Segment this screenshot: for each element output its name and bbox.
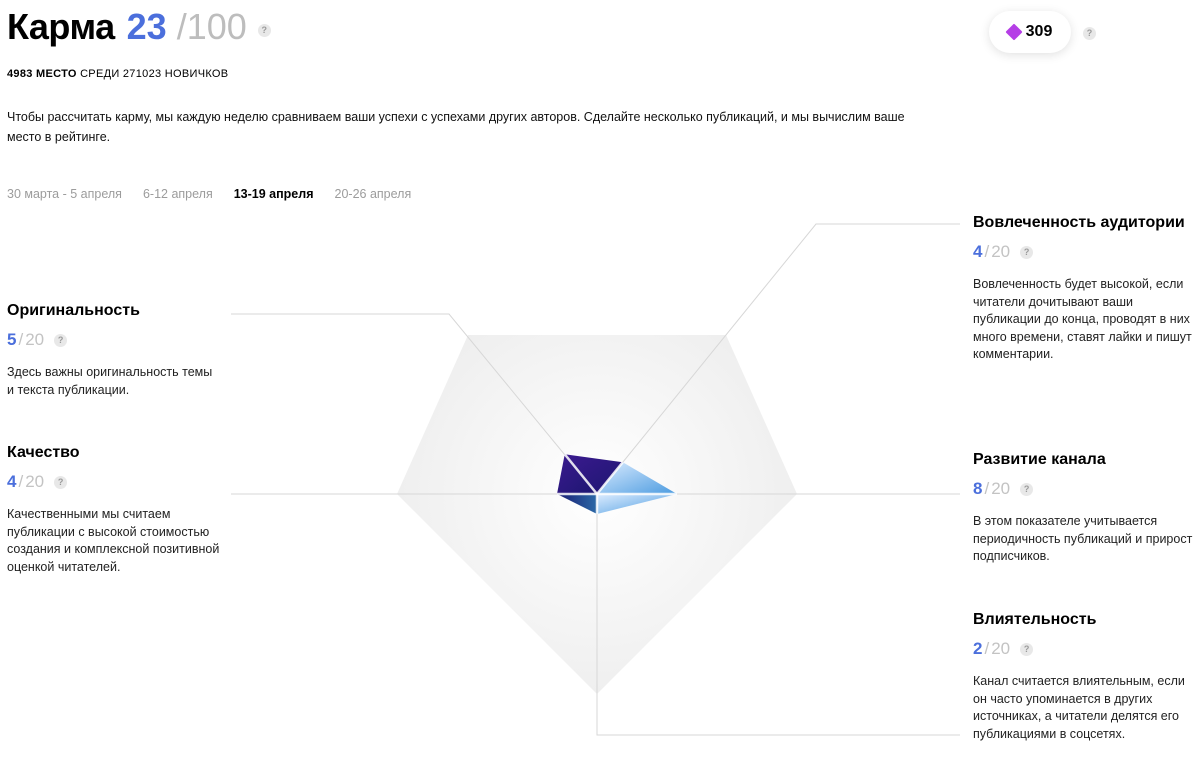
metric-value: 4 [7, 472, 17, 491]
gems-badge[interactable]: 309 [989, 11, 1071, 53]
metric-engagement: Вовлеченность аудитории 4 / 20 ? Вовлече… [973, 214, 1193, 364]
metric-max: 20 [25, 330, 45, 349]
tab-week-4[interactable]: 20-26 апреля [335, 187, 412, 201]
metric-title: Качество [7, 444, 80, 461]
metric-title: Оригинальность [7, 302, 140, 319]
metric-score: 4 / 20 ? [7, 472, 222, 492]
week-tabs: 30 марта - 5 апреля 6-12 апреля 13-19 ап… [7, 187, 411, 201]
metric-value: 2 [973, 639, 983, 658]
metric-score: 5 / 20 ? [7, 330, 222, 350]
metric-score: 4 / 20 ? [973, 242, 1193, 262]
metric-influence: Влиятельность 2 / 20 ? Канал считается в… [973, 611, 1193, 743]
metric-max: 20 [991, 639, 1011, 658]
metric-title: Влиятельность [973, 611, 1097, 628]
metric-separator: / [18, 330, 24, 349]
rank-line: 4983 МЕСТО СРЕДИ 271023 НОВИЧКОВ [7, 68, 228, 80]
gems-count: 309 [1025, 23, 1053, 40]
karma-max: /100 [176, 6, 247, 47]
gems-help-icon[interactable]: ? [1083, 27, 1096, 40]
metric-max: 20 [25, 472, 45, 491]
tab-week-3[interactable]: 13-19 апреля [234, 187, 314, 201]
diamond-icon [1005, 23, 1023, 41]
metric-quality: Качество 4 / 20 ? Качественными мы счита… [7, 444, 222, 576]
metric-max: 20 [991, 479, 1011, 498]
help-icon[interactable]: ? [1020, 642, 1034, 656]
help-icon[interactable]: ? [1020, 245, 1034, 259]
metric-description: Вовлеченность будет высокой, если читате… [973, 277, 1192, 361]
metric-description: Канал считается влиятельным, если он час… [973, 674, 1185, 741]
metric-separator: / [18, 472, 24, 491]
metric-description: Здесь важны оригинальность темы и текста… [7, 365, 213, 397]
help-icon[interactable]: ? [54, 333, 68, 347]
help-icon[interactable]: ? [1020, 482, 1034, 496]
karma-page: Карма 23 /100 ? 4983 МЕСТО СРЕДИ 271023 … [0, 0, 1200, 769]
help-icon[interactable]: ? [54, 475, 68, 489]
rank-text: СРЕДИ 271023 НОВИЧКОВ [80, 68, 229, 80]
karma-intro-text: Чтобы рассчитать карму, мы каждую неделю… [7, 110, 905, 144]
metric-value: 4 [973, 242, 983, 261]
karma-score: 23 [126, 6, 167, 47]
metric-title: Вовлеченность аудитории [973, 214, 1185, 231]
metric-value: 8 [973, 479, 983, 498]
rank-place: 4983 МЕСТО [7, 68, 77, 80]
karma-help-icon[interactable]: ? [257, 24, 271, 37]
tab-week-1[interactable]: 30 марта - 5 апреля [7, 187, 122, 201]
metric-score: 2 / 20 ? [973, 639, 1193, 659]
metric-separator: / [984, 242, 990, 261]
tab-week-2[interactable]: 6-12 апреля [143, 187, 213, 201]
metric-max: 20 [991, 242, 1011, 261]
metric-growth: Развитие канала 8 / 20 ? В этом показате… [973, 451, 1193, 566]
metric-separator: / [984, 639, 990, 658]
metric-title: Развитие канала [973, 451, 1106, 468]
metric-separator: / [984, 479, 990, 498]
metric-description: Качественными мы считаем публикации с вы… [7, 507, 220, 574]
metric-description: В этом показателе учитывается периодично… [973, 514, 1193, 563]
metric-originality: Оригинальность 5 / 20 ? Здесь важны ориг… [7, 302, 222, 399]
page-title: Карма [7, 6, 115, 47]
metric-score: 8 / 20 ? [973, 479, 1193, 499]
karma-title: Карма 23 /100 ? [7, 6, 271, 48]
metric-value: 5 [7, 330, 17, 349]
